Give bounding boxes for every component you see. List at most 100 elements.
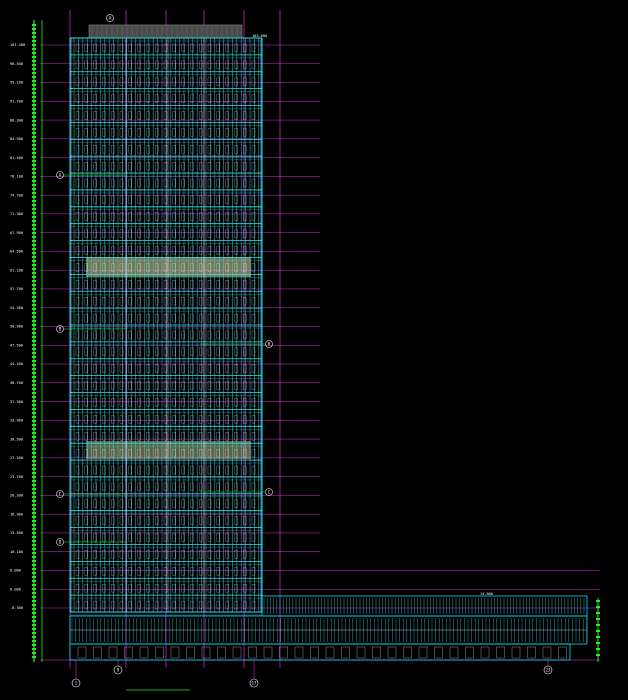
podium-base	[69, 643, 571, 661]
entrance-bay	[248, 646, 257, 659]
level-labels: 101.400 98.500 95.100 91.700 88.300 84.900 81.…	[10, 34, 493, 610]
entrance-bay	[542, 646, 552, 659]
dim-tick	[32, 324, 36, 326]
dim-tick	[32, 280, 36, 282]
level-label: 44.100	[10, 362, 23, 366]
dim-tick	[32, 336, 36, 338]
dim-tick	[32, 524, 36, 526]
dim-tick	[32, 632, 36, 634]
dim-tick	[32, 556, 36, 558]
dim-tick	[32, 484, 36, 486]
dim-tick	[32, 232, 36, 234]
entrance-bay	[434, 646, 443, 659]
dim-tick	[32, 408, 36, 410]
level-label: 6.000	[10, 569, 21, 573]
dim-tick	[32, 560, 36, 562]
entrance-bay	[372, 646, 381, 659]
dim-tick	[32, 564, 36, 566]
level-label: 50.900	[10, 325, 23, 329]
dim-tick	[32, 584, 36, 586]
dim-tick	[32, 488, 36, 490]
dim-tick	[32, 292, 36, 294]
level-label: 67.900	[10, 231, 23, 235]
dim-tick	[32, 32, 36, 34]
level-label: 30.500	[10, 437, 23, 441]
entrance-bay	[356, 646, 366, 659]
dim-tick	[32, 656, 36, 658]
dim-tick	[32, 80, 36, 82]
dim-tick	[32, 412, 36, 414]
entrance-bay	[108, 646, 118, 659]
dim-tick	[32, 252, 36, 254]
level-label: 0.000	[10, 587, 21, 591]
dim-tick	[32, 536, 36, 538]
dim-tick	[32, 136, 36, 138]
level-label: 98.500	[10, 62, 23, 66]
entrance-bay	[77, 646, 87, 659]
entrance-bay	[511, 646, 521, 659]
level-label: 74.700	[10, 193, 23, 197]
entrance-bay	[449, 646, 459, 659]
roof-level-label: 103.600	[252, 34, 267, 38]
dim-tick	[32, 548, 36, 550]
dim-tick	[596, 600, 600, 602]
dim-tick	[596, 636, 600, 638]
entrance-bay	[170, 646, 180, 659]
dim-tick	[32, 88, 36, 90]
dim-tick	[32, 516, 36, 518]
dim-tick	[32, 432, 36, 434]
dim-tick	[32, 452, 36, 454]
dim-tick	[32, 540, 36, 542]
dim-tick	[32, 532, 36, 534]
dim-tick	[32, 308, 36, 310]
entrance-bay	[341, 646, 350, 659]
dim-tick	[32, 56, 36, 58]
dim-tick	[32, 244, 36, 246]
dim-tick	[32, 624, 36, 626]
entrance-bay	[558, 646, 567, 659]
dim-tick	[32, 156, 36, 158]
axis-number: 17	[252, 680, 257, 685]
level-label: 61.100	[10, 268, 23, 272]
dim-tick	[32, 128, 36, 130]
dim-tick	[32, 576, 36, 578]
dim-tick	[32, 28, 36, 30]
dim-tick	[32, 360, 36, 362]
dim-tick	[32, 332, 36, 334]
dim-tick	[32, 440, 36, 442]
dim-tick	[596, 618, 600, 620]
tag-letter: D	[59, 539, 62, 544]
dim-tick	[32, 216, 36, 218]
axis-number: 9	[117, 667, 120, 672]
dim-tick	[32, 172, 36, 174]
dimension-chain	[32, 20, 600, 691]
entrance-bay	[418, 646, 428, 659]
dim-tick	[32, 580, 36, 582]
level-label: 54.300	[10, 306, 23, 310]
dim-tick	[32, 320, 36, 322]
dim-tick	[596, 612, 600, 614]
dim-tick	[32, 368, 36, 370]
dim-tick	[32, 76, 36, 78]
dim-tick	[32, 380, 36, 382]
dim-tick	[32, 648, 36, 650]
entrance-bay	[403, 646, 412, 659]
dim-tick	[32, 24, 36, 26]
dim-tick	[32, 636, 36, 638]
dim-tick	[32, 268, 36, 270]
dim-tick	[32, 400, 36, 402]
dim-tick	[596, 654, 600, 656]
dim-tick	[32, 212, 36, 214]
entrance-bay	[465, 646, 474, 659]
dim-tick	[32, 376, 36, 378]
dim-tick	[32, 116, 36, 118]
dim-tick	[32, 500, 36, 502]
dim-tick	[32, 420, 36, 422]
dim-tick	[32, 492, 36, 494]
dim-tick	[32, 304, 36, 306]
dim-tick	[596, 642, 600, 644]
dim-tick	[32, 164, 36, 166]
dim-tick	[596, 624, 600, 626]
dim-tick	[32, 356, 36, 358]
entrance-bay	[232, 646, 242, 659]
